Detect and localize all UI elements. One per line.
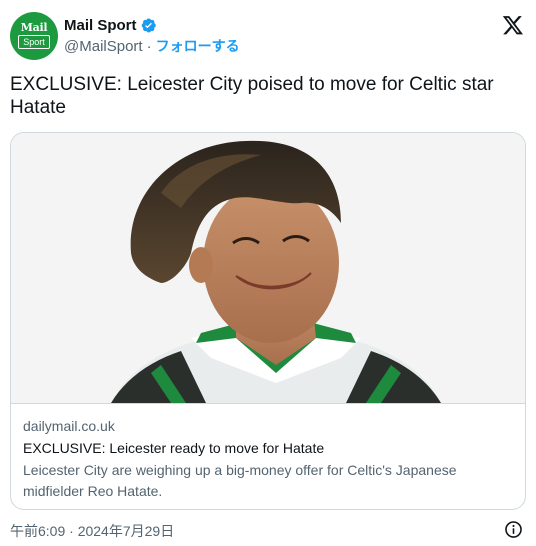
card-domain[interactable]: dailymail.co.uk (23, 417, 515, 436)
verified-badge-icon (141, 18, 156, 32)
link-card[interactable]: dailymail.co.uk EXCLUSIVE: Leicester rea… (10, 132, 526, 510)
x-logo-icon[interactable] (502, 14, 524, 36)
handle[interactable]: @MailSport (64, 38, 143, 55)
handle-row: @MailSport · フォローする (64, 36, 240, 56)
card-image[interactable] (11, 133, 525, 403)
separator-dot: · (146, 37, 152, 55)
avatar[interactable]: Mail Sport (10, 12, 58, 60)
display-name-row: Mail Sport (64, 15, 240, 35)
tweet-header: Mail Sport Mail Sport @MailSport · フォローす… (10, 12, 526, 62)
tweet-text: EXCLUSIVE: Leicester City poised to move… (10, 74, 494, 118)
account-names: Mail Sport @MailSport · フォローする (64, 15, 240, 56)
follow-button[interactable]: フォローする (156, 36, 240, 56)
card-divider (11, 403, 525, 404)
display-name[interactable]: Mail Sport (64, 17, 137, 34)
avatar-text-bottom: Sport (18, 35, 50, 49)
info-icon[interactable] (504, 520, 523, 539)
player-photo (11, 133, 525, 403)
card-description: Leicester City are weighing up a big-mon… (23, 462, 457, 499)
tweet-footer: 午前6:09 · 2024年7月29日 (10, 519, 526, 541)
avatar-text-top: Mail (20, 21, 48, 34)
avatar-logo: Mail Sport (18, 22, 50, 50)
timestamp[interactable]: 午前6:09 · 2024年7月29日 (10, 521, 174, 541)
card-meta: dailymail.co.uk EXCLUSIVE: Leicester rea… (23, 417, 515, 502)
card-title[interactable]: EXCLUSIVE: Leicester ready to move for H… (23, 439, 515, 458)
